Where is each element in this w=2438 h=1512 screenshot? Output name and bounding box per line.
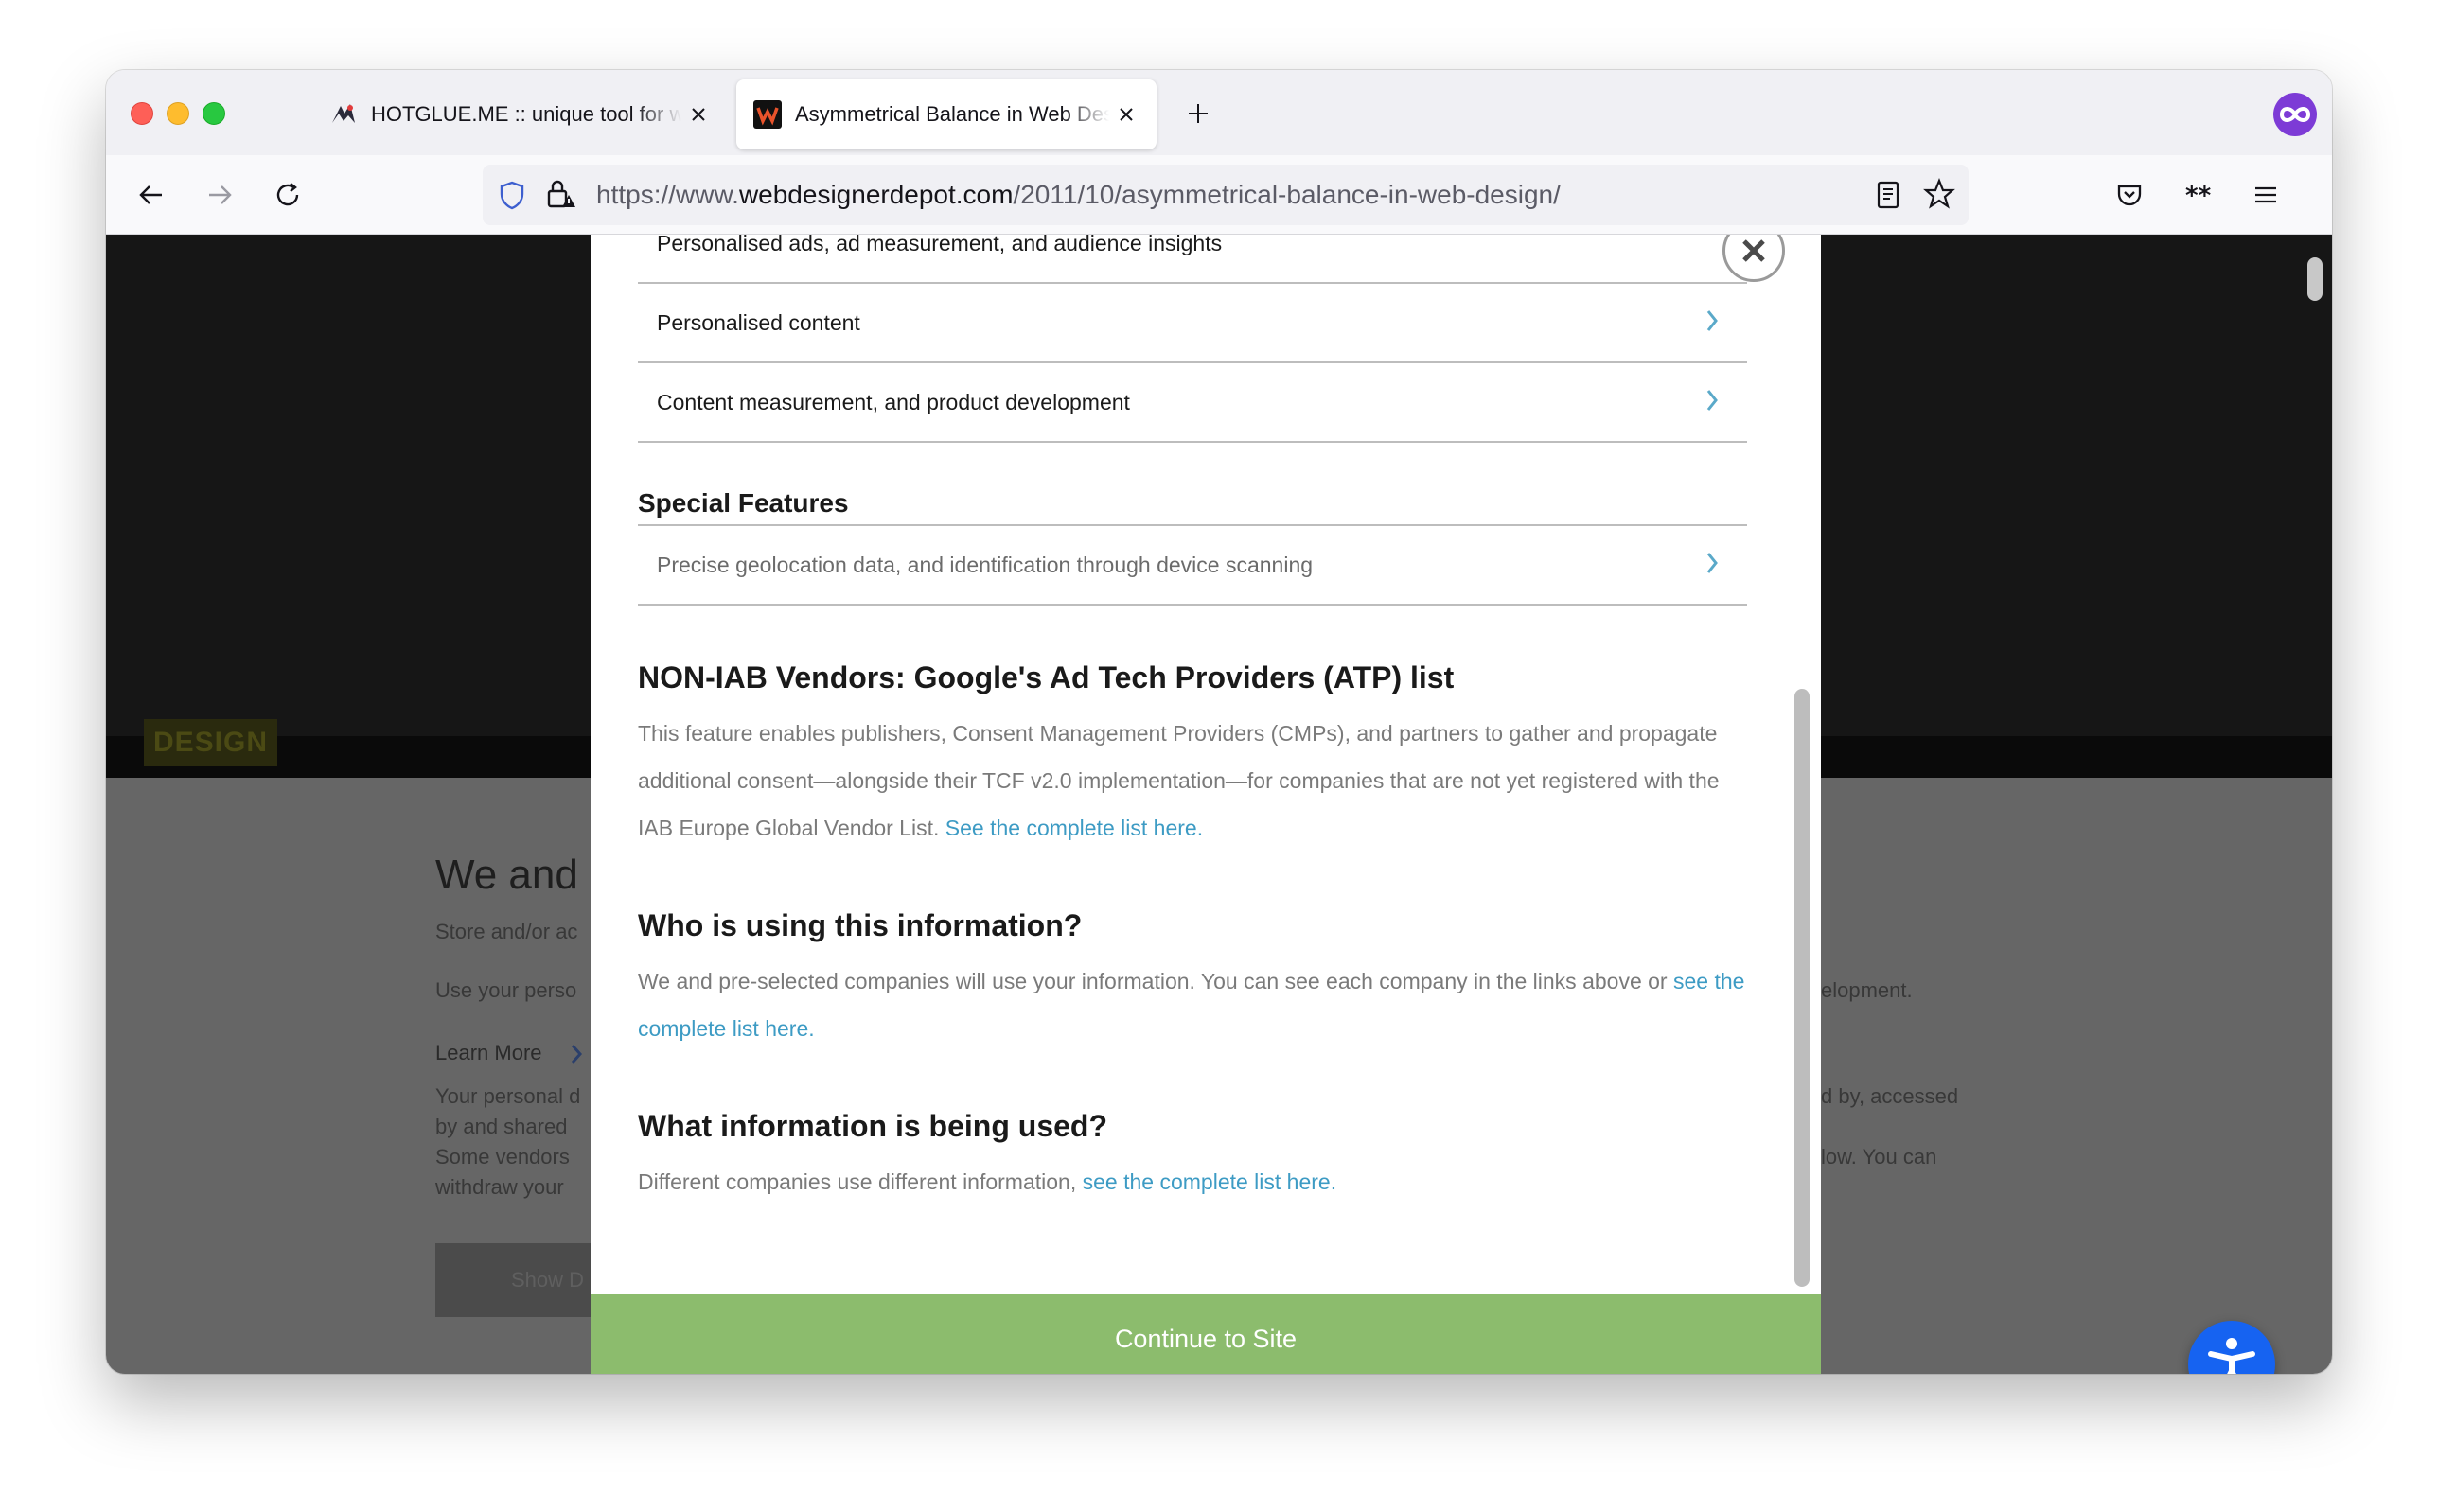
tab-close-icon[interactable] [1113, 101, 1140, 128]
bg-line-right: d by, accessed [1821, 1084, 1959, 1108]
tab-hotglue[interactable]: HOTGLUE.ME :: unique tool for web [312, 79, 729, 149]
what-information-heading: What information is being used? [638, 1109, 1107, 1143]
tab-title: HOTGLUE.ME :: unique tool for web [371, 102, 681, 126]
consent-heading-bg: We and [435, 852, 578, 898]
complete-list-link[interactable]: see the complete list here. [1083, 1169, 1336, 1194]
window-zoom-button[interactable] [203, 102, 225, 125]
bg-line-right: elopment. [1821, 978, 1913, 1002]
bg-line: Store and/or ac [435, 920, 578, 943]
accessibility-icon[interactable] [2188, 1321, 2275, 1374]
extensions-icon[interactable]: ** [2175, 172, 2220, 218]
extension-infinity-icon[interactable] [2273, 93, 2317, 136]
forward-arrow-icon[interactable] [197, 172, 242, 218]
continue-to-site-button[interactable]: Continue to Site [591, 1294, 1821, 1374]
category-tag: DESIGN [144, 719, 278, 766]
special-feature-label: Precise geolocation data, and identifica… [657, 552, 1314, 577]
non-iab-vendors-heading: NON-IAB Vendors: Google's Ad Tech Provid… [638, 660, 1455, 694]
url-bar[interactable]: https://www.webdesignerdepot.com/2011/10… [483, 165, 1969, 225]
bookmark-star-icon[interactable] [1923, 178, 1955, 215]
complete-list-link[interactable]: See the complete list here. [945, 816, 1203, 840]
tab-bar: HOTGLUE.ME :: unique tool for web Asymme… [106, 70, 2332, 155]
tab-close-icon[interactable] [685, 101, 712, 128]
wdd-favicon-icon [753, 100, 782, 129]
who-is-using-text: We and pre-selected companies will use y… [638, 969, 1745, 1041]
window-minimize-button[interactable] [167, 102, 189, 125]
web-page: DESIGN We and Store and/or ac Use your p… [106, 235, 2332, 1374]
reload-icon[interactable] [265, 172, 310, 218]
who-is-using-heading: Who is using this information? [638, 908, 1083, 942]
special-features-heading: Special Features [638, 488, 849, 518]
learn-more-link[interactable]: Learn More [435, 1041, 542, 1065]
purpose-row[interactable]: Content measurement, and product develop… [638, 363, 1747, 443]
tracking-protection-shield-icon[interactable] [498, 180, 526, 215]
consent-modal: Personalised ads, ad measurement, and au… [591, 235, 1821, 1374]
window-close-button[interactable] [131, 102, 153, 125]
browser-window: HOTGLUE.ME :: unique tool for web Asymme… [106, 70, 2332, 1374]
modal-scrollbar[interactable] [1794, 689, 1810, 1287]
what-information-text: Different companies use different inform… [638, 1169, 1337, 1194]
purpose-label: Personalised content [657, 309, 860, 335]
special-feature-row[interactable]: Precise geolocation data, and identifica… [638, 526, 1747, 606]
chevron-right-icon [570, 1043, 583, 1070]
hotglue-favicon-icon [329, 100, 358, 129]
non-iab-vendors-text: This feature enables publishers, Consent… [638, 721, 1720, 840]
back-arrow-icon[interactable] [129, 172, 174, 218]
reader-view-icon[interactable] [1874, 180, 1902, 215]
chevron-right-icon [1705, 388, 1719, 418]
new-tab-icon[interactable] [1181, 97, 1215, 131]
bg-line: Your personal d [435, 1084, 581, 1108]
purpose-label: Content measurement, and product develop… [657, 389, 1130, 414]
tab-title: Asymmetrical Balance in Web Design [795, 102, 1109, 126]
navigation-toolbar: https://www.webdesignerdepot.com/2011/10… [106, 155, 2332, 235]
bg-line: Use your perso [435, 978, 577, 1002]
bg-line-right: low. You can [1821, 1145, 1937, 1169]
bg-line: Some vendors [435, 1145, 570, 1169]
bg-line: by and shared [435, 1115, 568, 1138]
purpose-row[interactable]: Personalised content [638, 284, 1747, 363]
purpose-row[interactable]: Personalised ads, ad measurement, and au… [638, 235, 1747, 284]
chevron-right-icon [1705, 308, 1719, 339]
hamburger-menu-icon[interactable] [2243, 172, 2288, 218]
lock-warning-icon[interactable] [545, 178, 577, 215]
purpose-label: Personalised ads, ad measurement, and au… [657, 235, 1223, 255]
pocket-icon[interactable] [2107, 172, 2152, 218]
tab-webdesignerdepot[interactable]: Asymmetrical Balance in Web Design [736, 79, 1157, 149]
svg-text:**: ** [2185, 182, 2212, 209]
page-scrollbar[interactable] [2307, 257, 2323, 301]
bg-line: withdraw your [435, 1175, 564, 1199]
url-text: https://www.webdesignerdepot.com/2011/10… [596, 180, 1561, 209]
chevron-right-icon [1705, 551, 1719, 581]
